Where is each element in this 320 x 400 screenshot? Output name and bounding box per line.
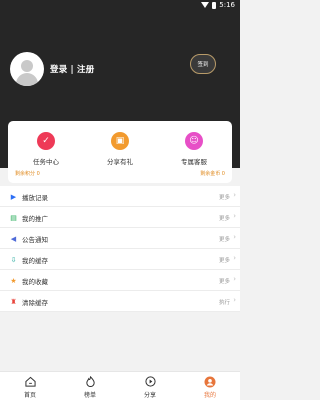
menu-item-action: 更多 — [218, 237, 230, 243]
tab-home[interactable]: 首页 — [0, 375, 60, 399]
service-icon: ☺ — [185, 132, 203, 150]
status-time: 5:16 — [219, 1, 235, 9]
menu-item-play-history[interactable]: ▶ 播放记录 更多 › — [0, 186, 240, 207]
tab-label: 分享 — [143, 392, 156, 399]
feature-card: ✓ 任务中心 ▣ 分享有礼 ☺ 专属客服 剩余积分 0 剩余金币 0 — [8, 121, 232, 183]
chevron-right-icon: › — [233, 191, 236, 199]
tab-label: 榜单 — [83, 392, 96, 399]
sign-in-button[interactable]: 签到 — [190, 54, 216, 74]
menu-item-announcement[interactable]: ◀ 公告通知 更多 › — [0, 228, 240, 249]
customer-service-button[interactable]: ☺ 专属客服 — [164, 132, 224, 166]
gift-icon: ▣ — [111, 132, 129, 150]
tab-share[interactable]: 分享 — [120, 375, 180, 399]
menu-item-action: 更多 — [218, 195, 230, 201]
menu-item-label: 播放记录 — [22, 194, 48, 202]
download-icon: ⇩ — [10, 255, 17, 264]
tab-profile[interactable]: 我的 — [180, 375, 240, 399]
battery-icon — [212, 1, 217, 9]
chevron-right-icon: › — [233, 275, 236, 283]
menu-item-label: 我的缓存 — [22, 257, 48, 265]
tab-label: 首页 — [23, 392, 36, 399]
menu-item-action: 更多 — [218, 258, 230, 264]
promotion-icon: ▤ — [10, 213, 17, 222]
customer-service-label: 专属客服 — [181, 158, 207, 166]
ranking-icon — [60, 375, 120, 388]
share-gift-button[interactable]: ▣ 分享有礼 — [90, 132, 150, 166]
chevron-right-icon: › — [233, 233, 236, 241]
play-history-icon: ▶ — [10, 192, 17, 201]
home-icon — [0, 375, 60, 388]
task-center-button[interactable]: ✓ 任务中心 — [16, 132, 76, 166]
menu-list: ▶ 播放记录 更多 › ▤ 我的推广 更多 › ◀ 公告通知 更多 › ⇩ 我的… — [0, 186, 240, 312]
menu-item-label: 清除缓存 — [22, 299, 48, 307]
broom-icon: ♜ — [10, 297, 17, 306]
tab-label: 我的 — [203, 392, 216, 399]
menu-item-favorites[interactable]: ★ 我的收藏 更多 › — [0, 270, 240, 291]
task-center-label: 任务中心 — [33, 158, 59, 166]
chevron-right-icon: › — [233, 296, 236, 304]
chevron-right-icon: › — [233, 254, 236, 262]
avatar-body-shape — [16, 73, 38, 86]
login-register-link[interactable]: 登录 | 注册 — [50, 63, 94, 75]
tab-ranking[interactable]: 榜单 — [60, 375, 120, 399]
menu-item-label: 我的推广 — [22, 215, 48, 223]
wifi-icon — [201, 2, 210, 8]
status-bar: 5:16 — [0, 0, 240, 12]
menu-item-action: 执行 — [218, 300, 230, 306]
profile-icon — [180, 375, 240, 388]
menu-item-promotion[interactable]: ▤ 我的推广 更多 › — [0, 207, 240, 228]
share-icon — [120, 375, 180, 388]
coins-remaining: 剩余金币 0 — [200, 171, 225, 177]
share-gift-label: 分享有礼 — [107, 158, 133, 166]
avatar[interactable] — [10, 52, 44, 86]
menu-item-cache[interactable]: ⇩ 我的缓存 更多 › — [0, 249, 240, 270]
bottom-tab-bar: 首页 榜单 分享 我的 — [0, 371, 240, 400]
announcement-icon: ◀ — [10, 234, 17, 243]
avatar-head-shape — [21, 60, 33, 72]
menu-item-clear-cache[interactable]: ♜ 清除缓存 执行 › — [0, 291, 240, 312]
menu-item-label: 我的收藏 — [22, 278, 48, 286]
chevron-right-icon: › — [233, 212, 236, 220]
menu-item-action: 更多 — [218, 279, 230, 285]
star-icon: ★ — [10, 276, 17, 285]
points-remaining: 剩余积分 0 — [15, 171, 40, 177]
menu-item-label: 公告通知 — [22, 236, 48, 244]
menu-item-action: 更多 — [218, 216, 230, 222]
task-icon: ✓ — [37, 132, 55, 150]
